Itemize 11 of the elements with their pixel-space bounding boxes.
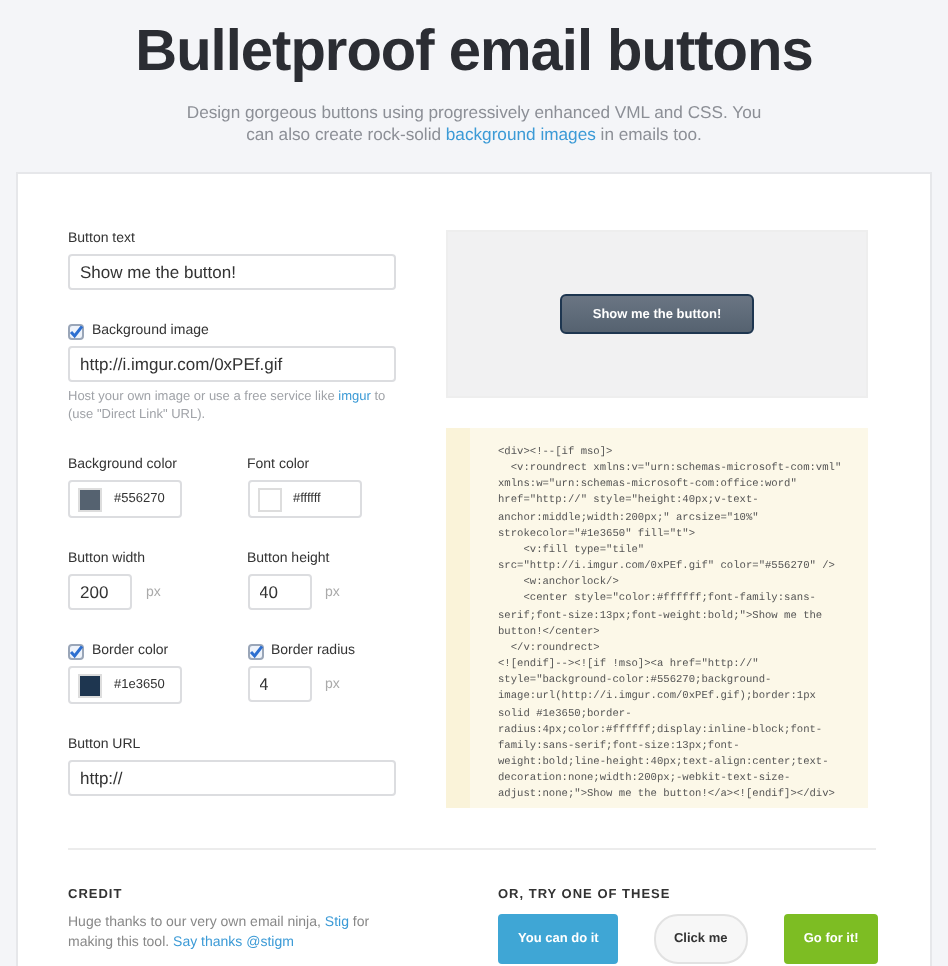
checkbox[interactable] xyxy=(68,643,84,659)
input-field[interactable]: 4 xyxy=(247,666,311,702)
input-field[interactable]: http://i.imgur.com/0xPEf.gif xyxy=(68,346,396,382)
input-field[interactable]: 40 xyxy=(247,574,311,610)
checkbox[interactable] xyxy=(247,643,263,659)
subtitle: Design gorgeous buttons using progressively enhanced VML and CSS. You can also create rock-solid background images in emails too. xyxy=(184,102,764,146)
input-field[interactable]: 200 xyxy=(68,574,132,610)
input-field[interactable]: http:// xyxy=(68,760,396,796)
input-field[interactable]: Show me the button! xyxy=(68,254,396,290)
checkbox[interactable] xyxy=(68,323,84,339)
page-title: Bulletproof email buttons xyxy=(135,20,813,86)
